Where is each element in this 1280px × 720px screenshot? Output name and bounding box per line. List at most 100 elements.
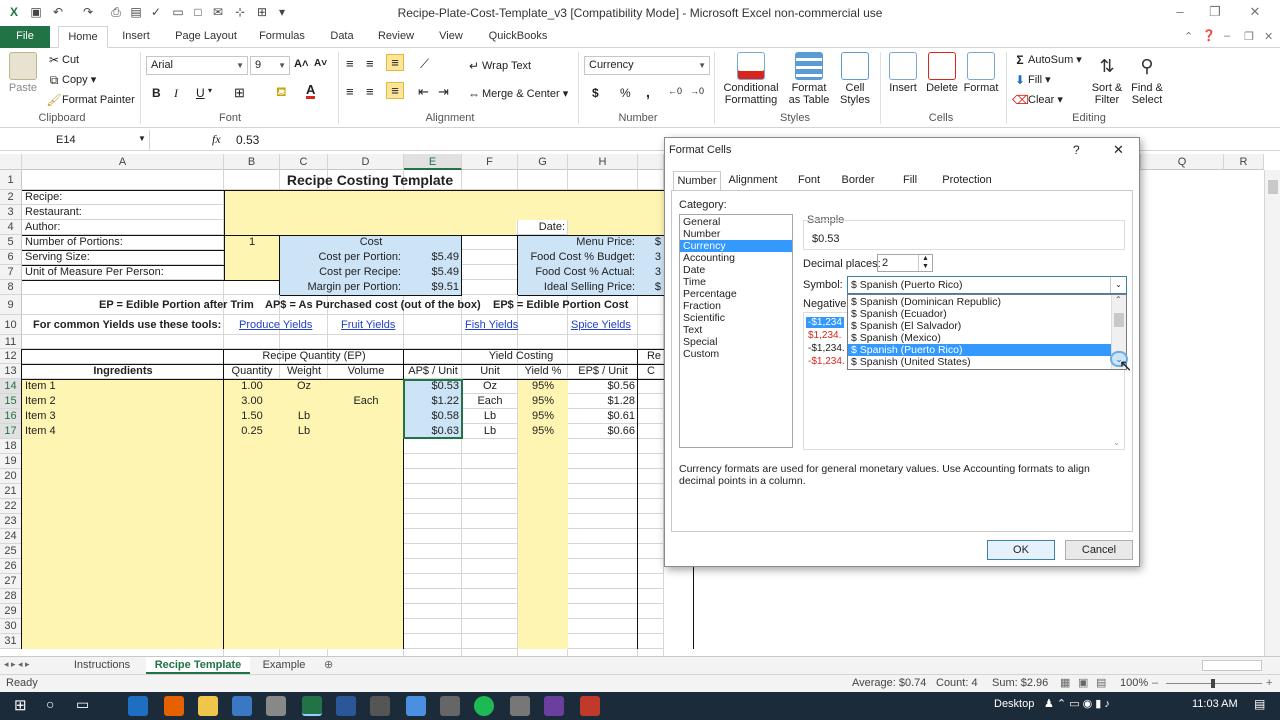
negative-format-option[interactable]: -$1,234.: [806, 356, 847, 367]
volume-cell[interactable]: [328, 544, 404, 559]
sheet-tab-recipe-template[interactable]: Recipe Template: [146, 657, 250, 674]
row-header[interactable]: 28: [0, 589, 22, 604]
photoshop-icon[interactable]: [232, 696, 252, 716]
quantity-cell[interactable]: [224, 544, 280, 559]
task-view-icon[interactable]: ▭: [76, 696, 89, 713]
author-input[interactable]: [224, 220, 516, 235]
symbol-option[interactable]: $ Spanish (Puerto Rico): [848, 344, 1112, 356]
category-item[interactable]: Percentage: [680, 288, 792, 300]
pricing-value[interactable]: $: [638, 280, 664, 295]
normal-view-icon[interactable]: ▦: [1060, 675, 1070, 692]
tab-file[interactable]: File: [0, 26, 50, 48]
font-size-combo[interactable]: 9 ▼: [250, 56, 290, 75]
windows-start-icon[interactable]: ⊞: [14, 696, 27, 714]
excel-taskbar-icon[interactable]: [302, 696, 322, 716]
copy-button[interactable]: ⧉ Copy ▾: [46, 72, 97, 88]
row-header[interactable]: 30: [0, 619, 22, 634]
borders-icon[interactable]: ⊞: [234, 85, 245, 101]
row-header[interactable]: 13: [0, 364, 22, 379]
volume-cell[interactable]: [328, 454, 404, 469]
quantity-cell[interactable]: [224, 619, 280, 634]
insert-function-icon[interactable]: fx: [212, 132, 221, 147]
horizontal-scrollbar[interactable]: [1202, 660, 1262, 671]
recipe-input[interactable]: [224, 190, 664, 205]
category-item[interactable]: Fraction: [680, 300, 792, 312]
produce-yields-link[interactable]: Produce Yields: [236, 315, 326, 335]
weight-cell[interactable]: [280, 439, 328, 454]
row-header[interactable]: 15: [0, 394, 22, 409]
pricing-value[interactable]: 3: [638, 265, 664, 280]
row-header[interactable]: 18: [0, 439, 22, 454]
conditional-formatting-button[interactable]: Conditional Formatting: [718, 52, 784, 106]
quantity-cell[interactable]: [224, 529, 280, 544]
weight-value[interactable]: Oz: [280, 379, 328, 394]
ingredient-cell[interactable]: [22, 439, 224, 454]
label[interactable]: Number of Portions:: [22, 235, 222, 250]
column-header[interactable]: F: [462, 154, 518, 170]
category-item[interactable]: Custom: [680, 348, 792, 360]
weight-cell[interactable]: [280, 544, 328, 559]
row-header[interactable]: 20: [0, 469, 22, 484]
row-header[interactable]: 17: [0, 424, 22, 439]
pricing-label[interactable]: Menu Price:: [518, 235, 638, 250]
volume-cell[interactable]: [328, 469, 404, 484]
dialog-tab-fill[interactable]: Fill: [889, 171, 931, 191]
row-header[interactable]: 5: [0, 235, 22, 250]
volume-cell[interactable]: [328, 574, 404, 589]
quantity-value[interactable]: 1.00: [224, 379, 280, 394]
pricing-label[interactable]: Ideal Selling Price:: [518, 280, 638, 295]
decrease-indent-icon[interactable]: ⇤: [418, 84, 429, 100]
category-item[interactable]: Currency: [680, 240, 792, 252]
chevron-down-icon[interactable]: ▼: [278, 57, 286, 74]
app-icon[interactable]: [580, 696, 600, 716]
name-box[interactable]: E14: [0, 130, 150, 150]
row-header[interactable]: 25: [0, 544, 22, 559]
weight-cell[interactable]: [280, 589, 328, 604]
fish-yields-link[interactable]: Fish Yields: [462, 315, 532, 335]
label[interactable]: Date:: [518, 220, 568, 235]
grow-font-icon[interactable]: A˄: [294, 58, 308, 70]
quantity-value[interactable]: 3.00: [224, 394, 280, 409]
symbol-dropdown-list[interactable]: ⌃ ⌄ $ Spanish (Dominican Republic) $ Span…: [847, 294, 1128, 370]
volume-cell[interactable]: [328, 529, 404, 544]
volume-cell[interactable]: [328, 499, 404, 514]
yield-cell[interactable]: [518, 439, 568, 454]
yield-cell[interactable]: [518, 574, 568, 589]
column-header[interactable]: C: [280, 154, 328, 170]
group-header[interactable]: Re: [638, 349, 664, 364]
column-header[interactable]: G: [518, 154, 568, 170]
quantity-cell[interactable]: [224, 559, 280, 574]
yield-cell[interactable]: [518, 454, 568, 469]
yield-cell[interactable]: [518, 589, 568, 604]
app-icon[interactable]: [510, 696, 530, 716]
ingredient-cell[interactable]: [22, 634, 224, 649]
ingredient-cell[interactable]: [22, 484, 224, 499]
page-layout-view-icon[interactable]: ▣: [1078, 675, 1088, 692]
zoom-out-icon[interactable]: –: [1152, 675, 1158, 692]
desktop-toolbar[interactable]: Desktop: [994, 698, 1034, 710]
decrease-decimal-icon[interactable]: →0: [690, 86, 704, 96]
align-center-icon[interactable]: ≡: [366, 84, 374, 99]
yield-cell[interactable]: [518, 529, 568, 544]
column-label[interactable]: C: [638, 364, 664, 379]
weight-value[interactable]: Lb: [280, 424, 328, 439]
row-header[interactable]: 1: [0, 170, 22, 190]
chevron-down-icon[interactable]: ▼: [698, 57, 706, 74]
volume-value[interactable]: [328, 379, 404, 394]
unit-value[interactable]: Lb: [462, 424, 518, 439]
weight-value[interactable]: Lb: [280, 409, 328, 424]
row-header[interactable]: 19: [0, 454, 22, 469]
weight-cell[interactable]: [280, 574, 328, 589]
symbol-option[interactable]: $ Spanish (El Salvador): [848, 320, 1112, 332]
ingredient-cell[interactable]: [22, 604, 224, 619]
align-top-icon[interactable]: ≡: [346, 56, 354, 71]
label[interactable]: Serving Size:: [22, 250, 222, 265]
label[interactable]: Unit of Measure Per Person:: [22, 265, 222, 280]
ep-value[interactable]: $0.56: [568, 379, 638, 394]
weight-cell[interactable]: [280, 454, 328, 469]
quantity-cell[interactable]: [224, 604, 280, 619]
category-item[interactable]: General: [680, 216, 792, 228]
spotify-icon[interactable]: [474, 696, 494, 716]
decimal-places-stepper[interactable]: 2 ▲ ▼: [877, 254, 933, 272]
tools-label[interactable]: For common Yields use these tools:: [30, 315, 230, 335]
